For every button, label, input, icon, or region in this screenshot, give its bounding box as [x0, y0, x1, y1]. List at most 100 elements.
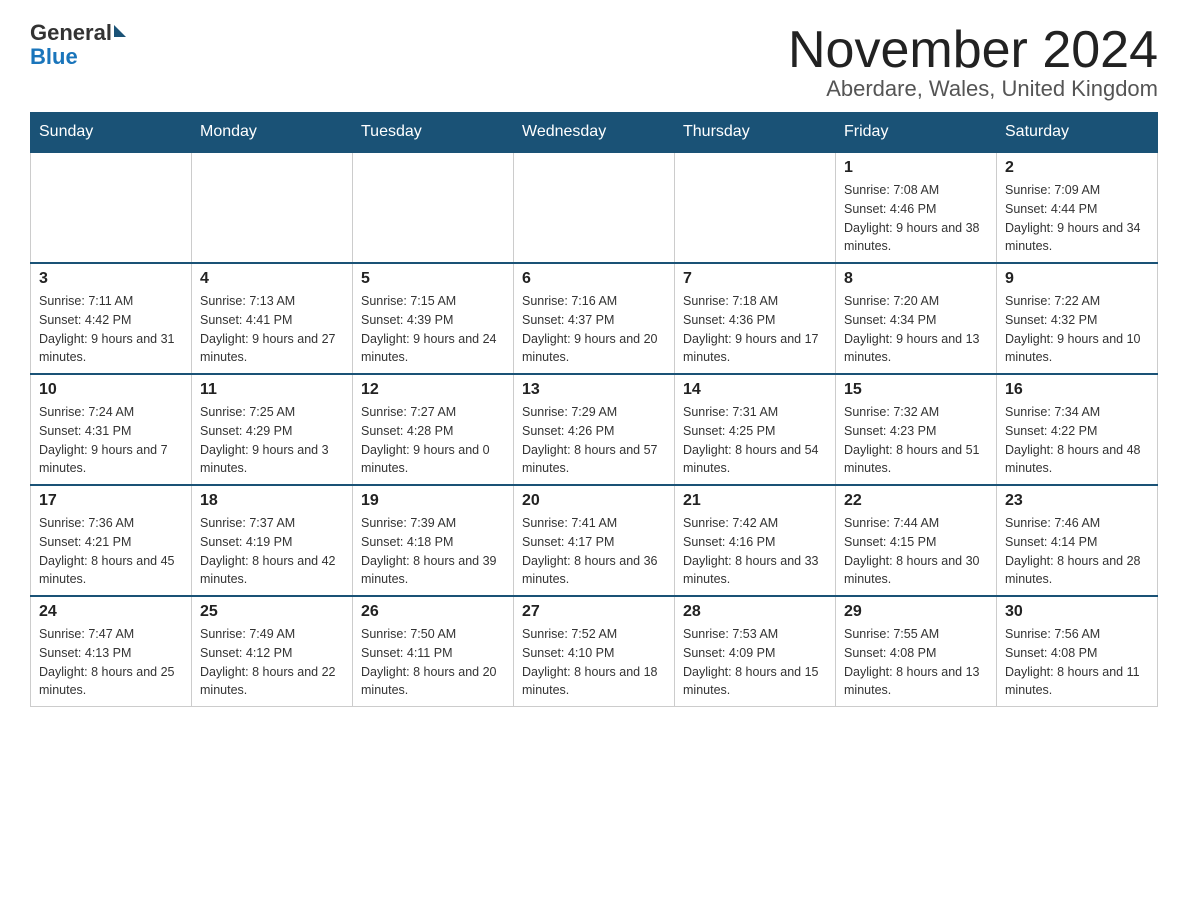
calendar-day-cell: 7 Sunrise: 7:18 AMSunset: 4:36 PMDaylight… [675, 263, 836, 374]
day-number: 5 [361, 270, 505, 288]
calendar-day-cell: 17 Sunrise: 7:36 AMSunset: 4:21 PMDayligh… [31, 485, 192, 596]
day-info: Sunrise: 7:31 AMSunset: 4:25 PMDaylight:… [683, 403, 827, 478]
day-info: Sunrise: 7:18 AMSunset: 4:36 PMDaylight:… [683, 292, 827, 367]
logo: General Blue [30, 20, 126, 70]
logo-blue-text: Blue [30, 44, 78, 70]
calendar-day-cell: 30Sunrise: 7:56 AMSunset: 4:08 PMDayligh… [997, 596, 1158, 707]
calendar-day-cell: 21 Sunrise: 7:42 AMSunset: 4:16 PMDayligh… [675, 485, 836, 596]
day-number: 6 [522, 270, 666, 288]
day-number: 4 [200, 270, 344, 288]
logo-general-text: General [30, 20, 112, 46]
calendar-day-cell: 22 Sunrise: 7:44 AMSunset: 4:15 PMDayligh… [836, 485, 997, 596]
calendar-day-header: Thursday [675, 113, 836, 153]
calendar-day-cell: 8 Sunrise: 7:20 AMSunset: 4:34 PMDaylight… [836, 263, 997, 374]
day-number: 16 [1005, 381, 1149, 399]
calendar-day-header: Sunday [31, 113, 192, 153]
calendar-day-cell: 20 Sunrise: 7:41 AMSunset: 4:17 PMDayligh… [514, 485, 675, 596]
day-info: Sunrise: 7:09 AMSunset: 4:44 PMDaylight:… [1005, 181, 1149, 256]
day-number: 26 [361, 603, 505, 621]
title-area: November 2024 Aberdare, Wales, United Ki… [788, 20, 1158, 102]
calendar-day-cell: 23 Sunrise: 7:46 AMSunset: 4:14 PMDayligh… [997, 485, 1158, 596]
calendar-week-row: 24 Sunrise: 7:47 AMSunset: 4:13 PMDayligh… [31, 596, 1158, 707]
calendar-day-cell: 12 Sunrise: 7:27 AMSunset: 4:28 PMDayligh… [353, 374, 514, 485]
day-number: 17 [39, 492, 183, 510]
calendar-day-cell: 9 Sunrise: 7:22 AMSunset: 4:32 PMDaylight… [997, 263, 1158, 374]
day-info: Sunrise: 7:53 AMSunset: 4:09 PMDaylight:… [683, 625, 827, 700]
day-number: 9 [1005, 270, 1149, 288]
day-info: Sunrise: 7:49 AMSunset: 4:12 PMDaylight:… [200, 625, 344, 700]
calendar-header-row: SundayMondayTuesdayWednesdayThursdayFrid… [31, 113, 1158, 153]
day-info: Sunrise: 7:11 AMSunset: 4:42 PMDaylight:… [39, 292, 183, 367]
calendar-day-header: Tuesday [353, 113, 514, 153]
calendar-day-header: Wednesday [514, 113, 675, 153]
day-info: Sunrise: 7:29 AMSunset: 4:26 PMDaylight:… [522, 403, 666, 478]
logo-arrow-icon [114, 25, 126, 37]
day-info: Sunrise: 7:27 AMSunset: 4:28 PMDaylight:… [361, 403, 505, 478]
day-number: 11 [200, 381, 344, 399]
day-info: Sunrise: 7:32 AMSunset: 4:23 PMDaylight:… [844, 403, 988, 478]
day-info: Sunrise: 7:25 AMSunset: 4:29 PMDaylight:… [200, 403, 344, 478]
day-number: 25 [200, 603, 344, 621]
calendar-day-header: Friday [836, 113, 997, 153]
day-info: Sunrise: 7:36 AMSunset: 4:21 PMDaylight:… [39, 514, 183, 589]
day-info: Sunrise: 7:15 AMSunset: 4:39 PMDaylight:… [361, 292, 505, 367]
day-number: 8 [844, 270, 988, 288]
calendar-week-row: 17 Sunrise: 7:36 AMSunset: 4:21 PMDayligh… [31, 485, 1158, 596]
day-number: 28 [683, 603, 827, 621]
day-info: Sunrise: 7:08 AMSunset: 4:46 PMDaylight:… [844, 181, 988, 256]
calendar-day-cell [192, 152, 353, 263]
day-number: 2 [1005, 159, 1149, 177]
day-info: Sunrise: 7:34 AMSunset: 4:22 PMDaylight:… [1005, 403, 1149, 478]
day-info: Sunrise: 7:42 AMSunset: 4:16 PMDaylight:… [683, 514, 827, 589]
day-number: 22 [844, 492, 988, 510]
calendar-week-row: 10 Sunrise: 7:24 AMSunset: 4:31 PMDayligh… [31, 374, 1158, 485]
day-info: Sunrise: 7:20 AMSunset: 4:34 PMDaylight:… [844, 292, 988, 367]
calendar-day-cell: 14 Sunrise: 7:31 AMSunset: 4:25 PMDayligh… [675, 374, 836, 485]
calendar-day-cell: 5 Sunrise: 7:15 AMSunset: 4:39 PMDaylight… [353, 263, 514, 374]
day-number: 14 [683, 381, 827, 399]
day-info: Sunrise: 7:47 AMSunset: 4:13 PMDaylight:… [39, 625, 183, 700]
day-number: 24 [39, 603, 183, 621]
calendar-day-cell: 24 Sunrise: 7:47 AMSunset: 4:13 PMDayligh… [31, 596, 192, 707]
day-number: 21 [683, 492, 827, 510]
day-info: Sunrise: 7:44 AMSunset: 4:15 PMDaylight:… [844, 514, 988, 589]
day-number: 29 [844, 603, 988, 621]
calendar-day-cell: 27Sunrise: 7:52 AMSunset: 4:10 PMDayligh… [514, 596, 675, 707]
day-number: 1 [844, 159, 988, 177]
day-number: 13 [522, 381, 666, 399]
day-number: 18 [200, 492, 344, 510]
calendar-day-header: Monday [192, 113, 353, 153]
day-info: Sunrise: 7:55 AMSunset: 4:08 PMDaylight:… [844, 625, 988, 700]
calendar-day-cell: 25 Sunrise: 7:49 AMSunset: 4:12 PMDayligh… [192, 596, 353, 707]
page-header: General Blue November 2024 Aberdare, Wal… [30, 20, 1158, 102]
day-info: Sunrise: 7:46 AMSunset: 4:14 PMDaylight:… [1005, 514, 1149, 589]
calendar-day-cell: 19 Sunrise: 7:39 AMSunset: 4:18 PMDayligh… [353, 485, 514, 596]
calendar-day-cell: 16 Sunrise: 7:34 AMSunset: 4:22 PMDayligh… [997, 374, 1158, 485]
day-info: Sunrise: 7:24 AMSunset: 4:31 PMDaylight:… [39, 403, 183, 478]
calendar-day-cell: 28 Sunrise: 7:53 AMSunset: 4:09 PMDayligh… [675, 596, 836, 707]
location-subtitle: Aberdare, Wales, United Kingdom [788, 76, 1158, 102]
day-number: 20 [522, 492, 666, 510]
day-info: Sunrise: 7:56 AMSunset: 4:08 PMDaylight:… [1005, 625, 1149, 700]
day-info: Sunrise: 7:22 AMSunset: 4:32 PMDaylight:… [1005, 292, 1149, 367]
day-info: Sunrise: 7:39 AMSunset: 4:18 PMDaylight:… [361, 514, 505, 589]
day-number: 7 [683, 270, 827, 288]
calendar-day-cell [353, 152, 514, 263]
day-info: Sunrise: 7:52 AMSunset: 4:10 PMDaylight:… [522, 625, 666, 700]
day-number: 15 [844, 381, 988, 399]
day-info: Sunrise: 7:50 AMSunset: 4:11 PMDaylight:… [361, 625, 505, 700]
day-number: 19 [361, 492, 505, 510]
calendar-day-cell: 1 Sunrise: 7:08 AMSunset: 4:46 PMDaylight… [836, 152, 997, 263]
calendar-day-cell: 13 Sunrise: 7:29 AMSunset: 4:26 PMDayligh… [514, 374, 675, 485]
calendar-week-row: 3Sunrise: 7:11 AMSunset: 4:42 PMDaylight… [31, 263, 1158, 374]
day-number: 10 [39, 381, 183, 399]
day-info: Sunrise: 7:41 AMSunset: 4:17 PMDaylight:… [522, 514, 666, 589]
calendar-day-cell [514, 152, 675, 263]
day-number: 23 [1005, 492, 1149, 510]
day-number: 12 [361, 381, 505, 399]
calendar-day-cell: 29 Sunrise: 7:55 AMSunset: 4:08 PMDayligh… [836, 596, 997, 707]
calendar-week-row: 1 Sunrise: 7:08 AMSunset: 4:46 PMDaylight… [31, 152, 1158, 263]
calendar-day-cell: 4Sunrise: 7:13 AMSunset: 4:41 PMDaylight… [192, 263, 353, 374]
calendar-day-header: Saturday [997, 113, 1158, 153]
calendar-day-cell: 10 Sunrise: 7:24 AMSunset: 4:31 PMDayligh… [31, 374, 192, 485]
